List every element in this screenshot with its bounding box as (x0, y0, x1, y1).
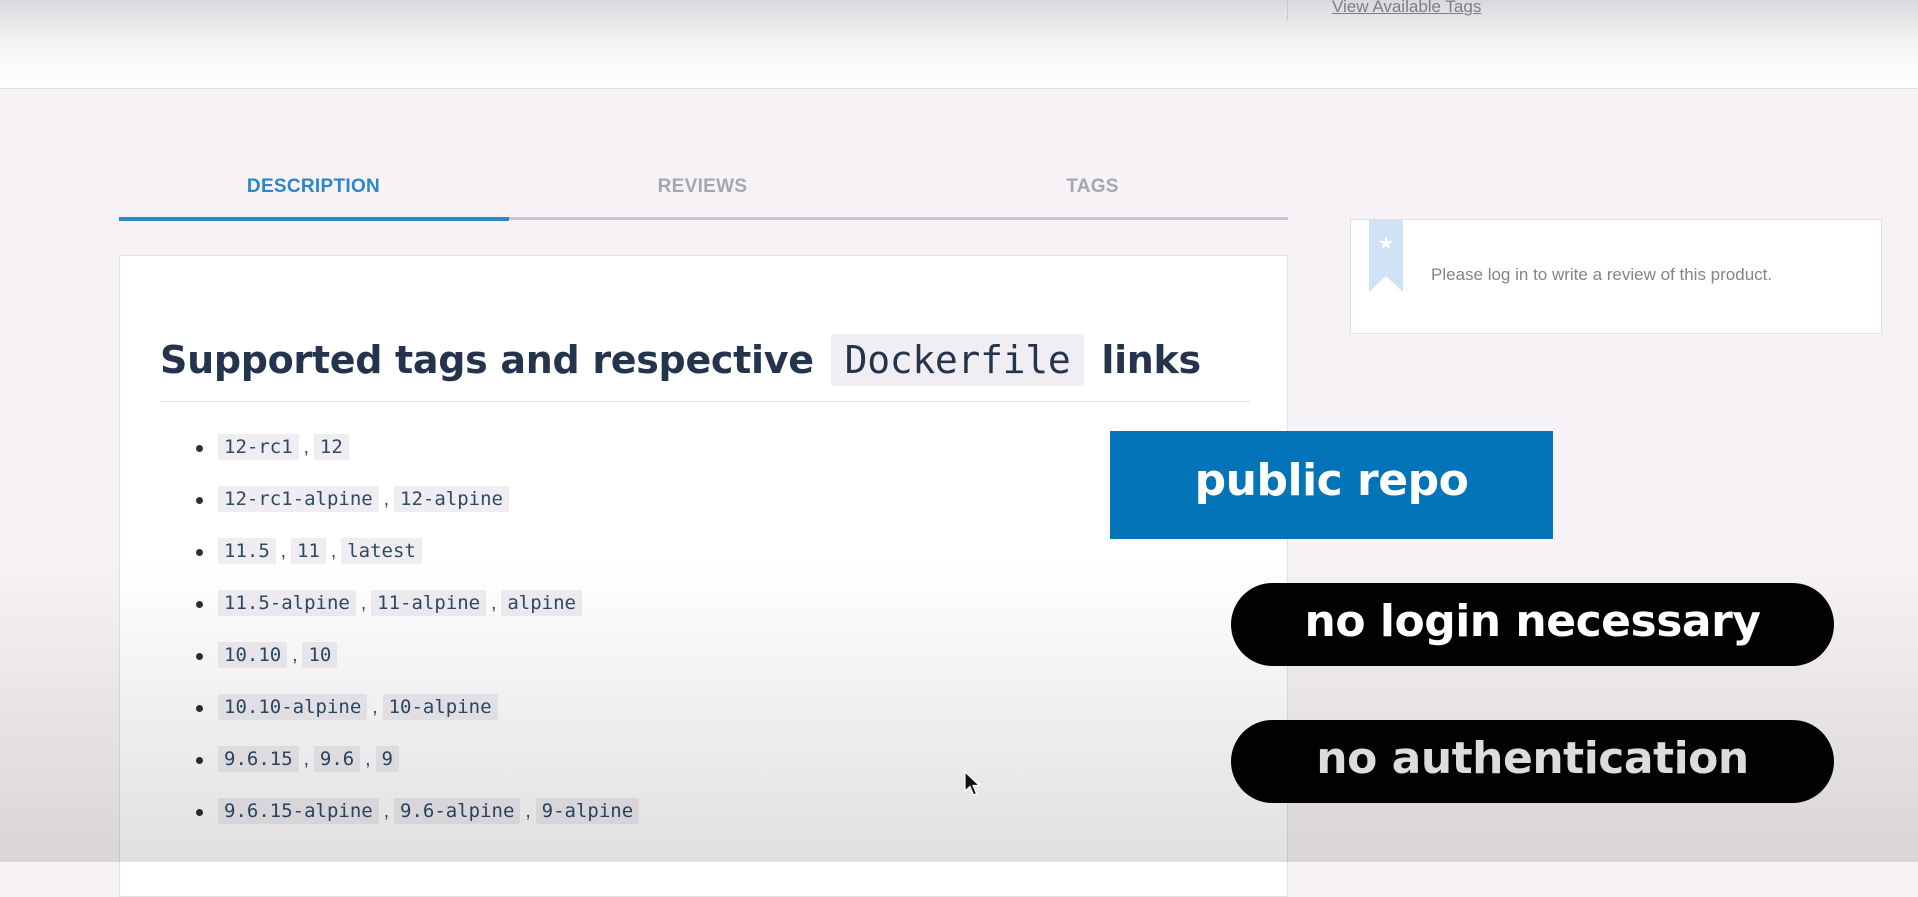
tag-chip[interactable]: 10.10 (218, 642, 288, 668)
supported-tags-list: 12-rc1, 12 12-rc1-alpine, 12-alpine 11.5, 11,… (160, 434, 1160, 850)
tag-chip[interactable]: 12-alpine (394, 486, 509, 512)
tag-chip[interactable]: 11.5-alpine (218, 590, 356, 616)
tag-chip[interactable]: 10-alpine (382, 694, 498, 720)
tag-separator: , (491, 593, 497, 614)
tag-chip[interactable]: alpine (501, 590, 582, 616)
list-item: 10.10-alpine, 10-alpine (160, 694, 1160, 746)
tag-group: 11.5-alpine, 11-alpine, alpine (218, 590, 582, 616)
tag-chip[interactable]: 12-rc1 (218, 434, 299, 460)
no-login-pill: no login necessary (1231, 583, 1834, 666)
list-item: 12-rc1-alpine, 12-alpine (160, 486, 1160, 538)
tag-separator: , (360, 593, 367, 614)
tag-separator: , (365, 749, 371, 770)
heading-text-post: links (1101, 338, 1201, 382)
tab-reviews[interactable]: REVIEWS (508, 165, 897, 217)
tag-chip[interactable]: 9.6.15 (218, 746, 299, 772)
tab-description[interactable]: DESCRIPTION (119, 165, 508, 217)
tag-chip[interactable]: 11-alpine (371, 590, 487, 616)
bullet-icon (196, 809, 203, 816)
bullet-icon (196, 549, 203, 556)
tag-separator: , (280, 541, 287, 562)
tag-chip[interactable]: 12-rc1-alpine (218, 486, 379, 512)
tag-group: 10.10-alpine, 10-alpine (218, 694, 498, 720)
tab-active-indicator (119, 217, 509, 221)
review-login-panel: ★ Please log in to write a review of thi… (1350, 219, 1882, 334)
list-item: 11.5, 11, latest (160, 538, 1160, 590)
list-item: 10.10, 10 (160, 642, 1160, 694)
tag-group: 12-rc1-alpine, 12-alpine (218, 486, 509, 512)
tag-chip[interactable]: 10 (302, 642, 338, 668)
tag-group: 12-rc1, 12 (218, 434, 349, 460)
bullet-icon (196, 601, 203, 608)
tag-chip[interactable]: 12 (313, 434, 349, 460)
tag-group: 11.5, 11, latest (218, 538, 422, 564)
mouse-cursor-icon (964, 771, 982, 796)
tag-chip[interactable]: 10.10-alpine (218, 694, 368, 720)
bookmark-star-icon: ★ (1369, 220, 1403, 292)
tag-separator: , (383, 801, 389, 822)
tag-chip[interactable]: 11.5 (218, 538, 276, 564)
list-item: 9.6.15-alpine, 9.6-alpine, 9-alpine (160, 798, 1160, 850)
heading-divider (160, 401, 1250, 402)
tag-chip[interactable]: latest (341, 538, 422, 564)
tag-separator: , (292, 645, 298, 666)
list-item: 11.5-alpine, 11-alpine, alpine (160, 590, 1160, 642)
review-login-message: Please log in to write a review of this … (1431, 265, 1773, 284)
view-available-tags-link[interactable]: View Available Tags (1332, 0, 1481, 17)
tag-group: 9.6.15-alpine, 9.6-alpine, 9-alpine (218, 798, 640, 824)
bullet-icon (196, 445, 203, 452)
star-icon: ★ (1377, 233, 1395, 253)
description-card: Supported tags and respective Dockerfile… (119, 255, 1288, 897)
tag-separator: , (372, 697, 378, 718)
tag-chip[interactable]: 9.6 (313, 746, 361, 772)
bullet-icon (196, 705, 203, 712)
top-header-bar: View Available Tags (0, 0, 1918, 89)
no-authentication-pill: no authentication (1231, 720, 1834, 803)
tag-chip[interactable]: 9 (375, 746, 399, 772)
list-item: 12-rc1, 12 (160, 434, 1160, 486)
heading-text-pre: Supported tags and respective (160, 338, 814, 382)
tag-chip[interactable]: 11 (291, 538, 326, 564)
list-item: 9.6.15, 9.6, 9 (160, 746, 1160, 798)
tag-separator: , (330, 541, 337, 562)
tab-tags[interactable]: TAGS (898, 165, 1287, 217)
tag-separator: , (303, 749, 309, 770)
header-divider (1287, 0, 1288, 20)
tag-group: 10.10, 10 (218, 642, 338, 668)
tag-chip[interactable]: 9.6-alpine (394, 798, 521, 824)
bullet-icon (196, 497, 203, 504)
heading-code-dockerfile: Dockerfile (830, 334, 1085, 386)
tag-separator: , (303, 437, 309, 458)
tag-group: 9.6.15, 9.6, 9 (218, 746, 399, 772)
tag-separator: , (383, 489, 389, 510)
tag-separator: , (525, 801, 531, 822)
public-repo-badge: public repo (1110, 431, 1553, 539)
tag-chip[interactable]: 9.6.15-alpine (218, 798, 379, 824)
bullet-icon (196, 653, 203, 660)
tag-chip[interactable]: 9-alpine (535, 798, 640, 824)
section-heading: Supported tags and respective Dockerfile… (160, 334, 1201, 386)
content-tabs: DESCRIPTION REVIEWS TAGS (119, 165, 1288, 221)
bullet-icon (196, 757, 203, 764)
